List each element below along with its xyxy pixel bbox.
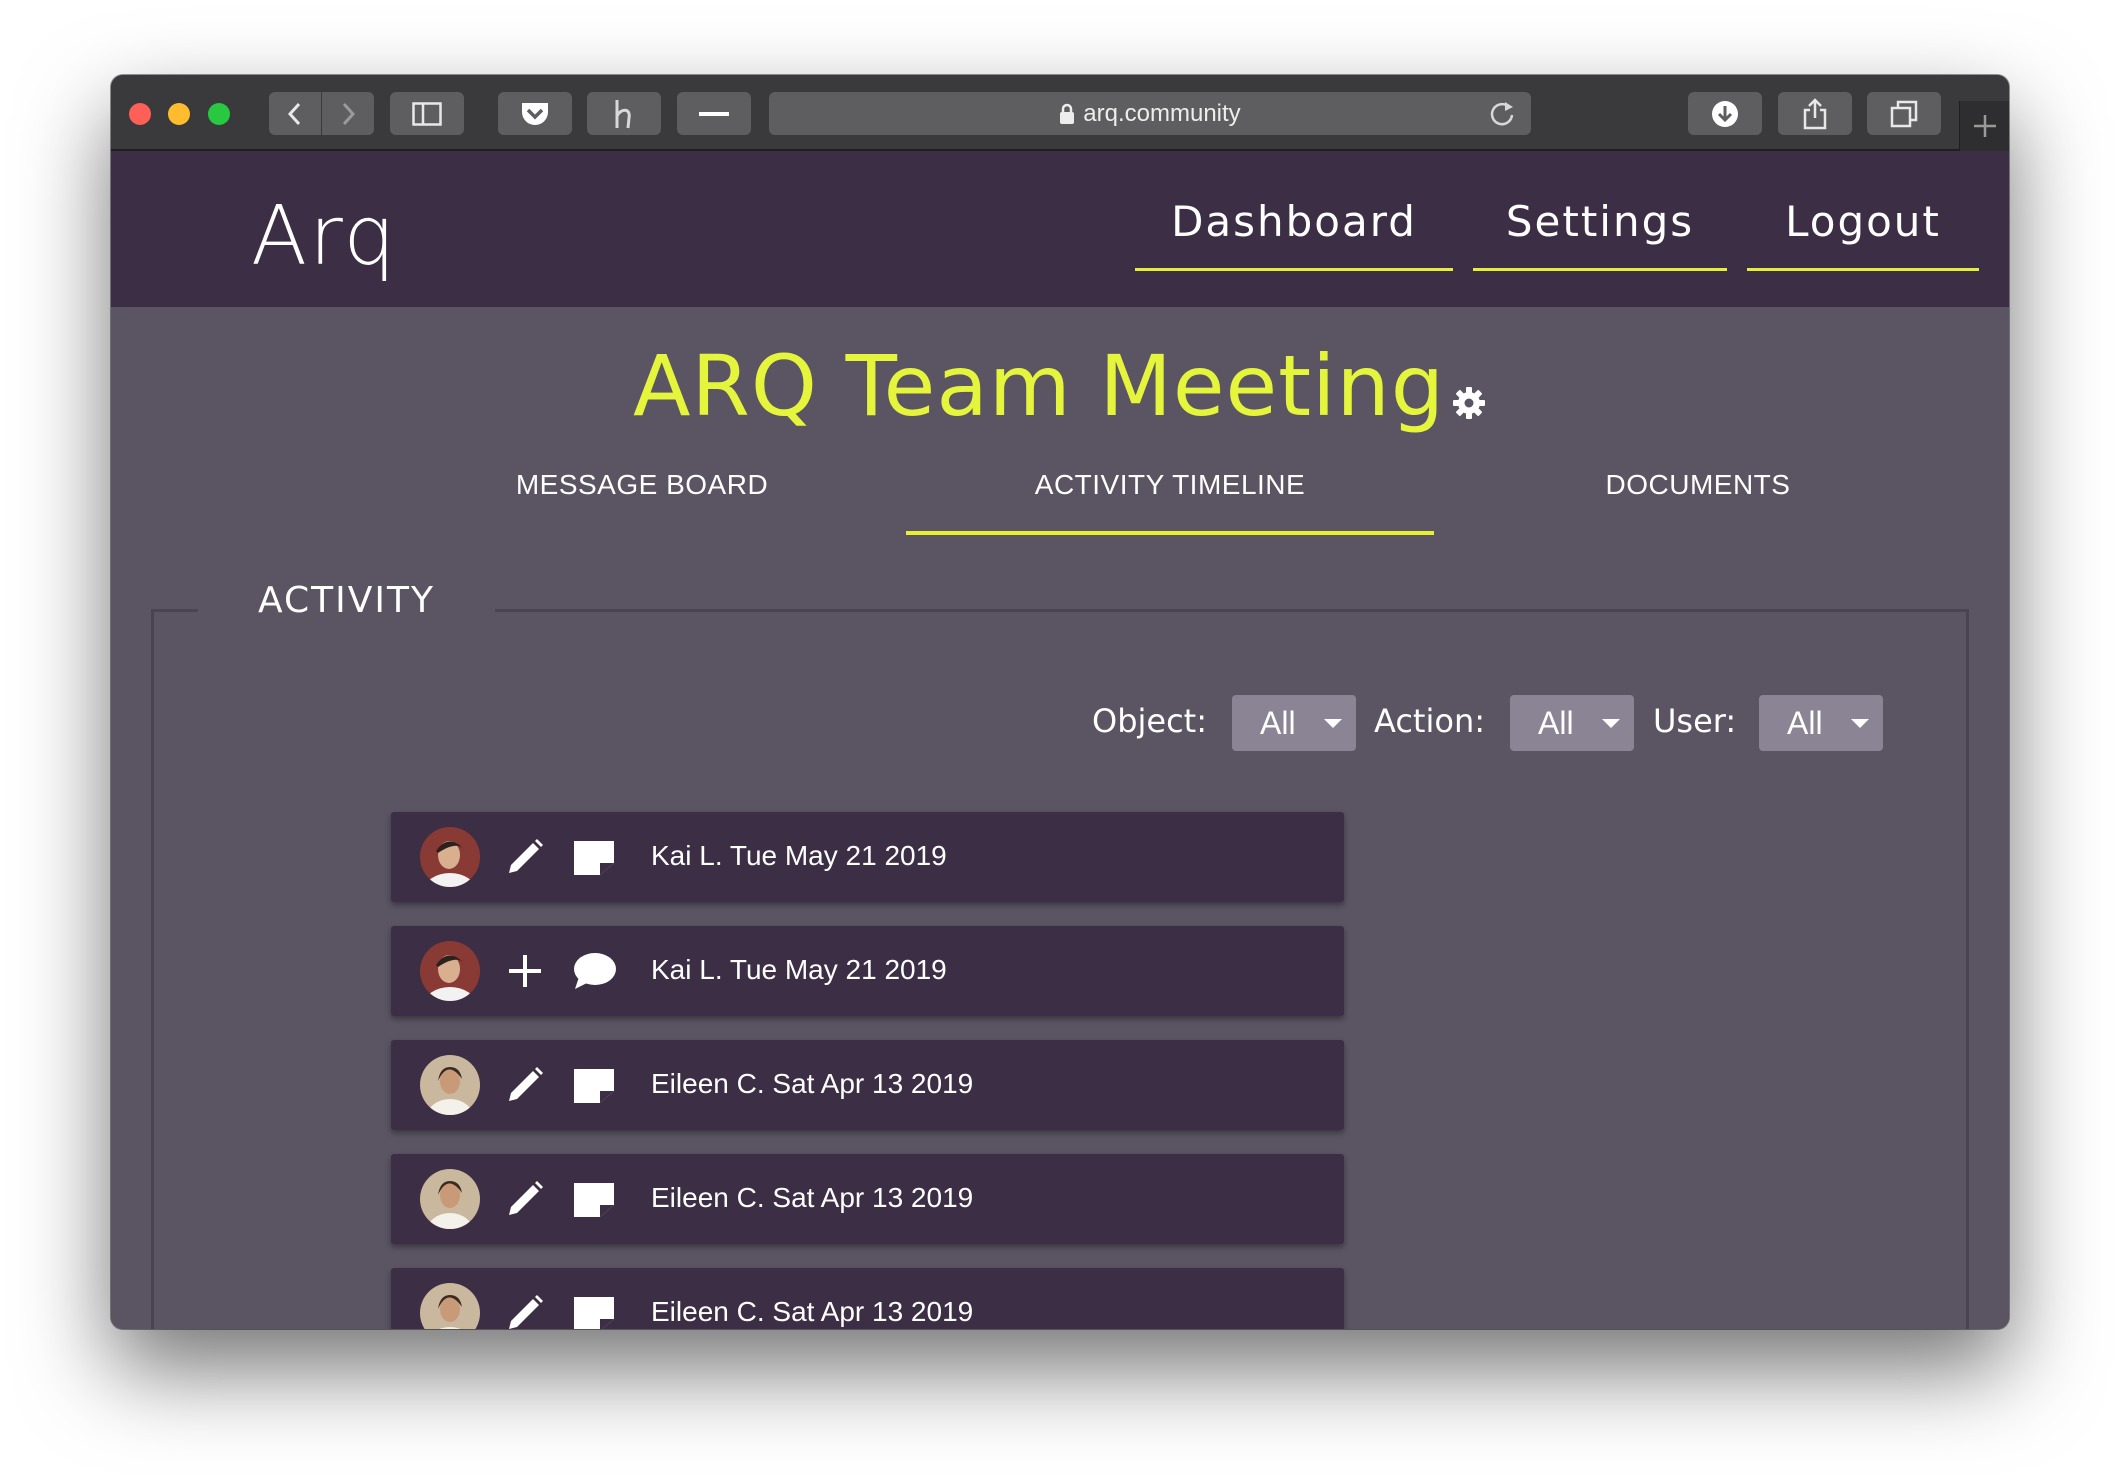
- user-filter-label: User:: [1653, 702, 1737, 740]
- activity-item[interactable]: Eileen C. Sat Apr 13 2019: [391, 1154, 1344, 1244]
- avatar: [420, 941, 480, 1001]
- back-button[interactable]: [269, 92, 321, 135]
- chevron-down-icon: [1602, 719, 1620, 728]
- browser-toolbar: arq.community: [111, 75, 2009, 151]
- chevron-down-icon: [1851, 719, 1869, 728]
- close-window-button[interactable]: [129, 103, 151, 125]
- url-text: arq.community: [1083, 99, 1241, 127]
- activity-panel: ACTIVITY Object: All Action: All User: A…: [151, 580, 1969, 1329]
- object-filter-select[interactable]: All: [1232, 695, 1356, 751]
- forward-icon: [342, 102, 356, 125]
- pencil-icon: [509, 839, 543, 873]
- reader-button[interactable]: [677, 92, 751, 135]
- honey-icon: [615, 99, 631, 128]
- note-icon: [574, 1069, 614, 1103]
- tab-activity-timeline[interactable]: ACTIVITY TIMELINE: [906, 447, 1434, 535]
- avatar: [420, 1169, 480, 1229]
- object-filter-label: Object:: [1092, 702, 1207, 740]
- pencil-icon: [509, 1295, 543, 1329]
- sidebar-icon: [412, 101, 442, 126]
- pocket-icon: [522, 102, 548, 125]
- activity-item-text: Eileen C. Sat Apr 13 2019: [651, 1182, 974, 1213]
- activity-item-text: Kai L. Tue May 21 2019: [651, 840, 947, 871]
- honey-extension-button[interactable]: [587, 92, 661, 135]
- avatar: [420, 1055, 480, 1115]
- pocket-button[interactable]: [498, 92, 572, 135]
- forward-button[interactable]: [322, 92, 374, 135]
- note-icon: [574, 1297, 614, 1329]
- address-bar[interactable]: arq.community: [769, 92, 1531, 135]
- logo[interactable]: Arq: [251, 189, 397, 284]
- tabs-icon: [1890, 100, 1918, 127]
- activity-heading: ACTIVITY: [198, 580, 495, 621]
- tab-message-board[interactable]: MESSAGE BOARD: [378, 447, 906, 535]
- user-filter-select[interactable]: All: [1759, 695, 1883, 751]
- sidebar-button[interactable]: [390, 92, 464, 135]
- avatar: [420, 1283, 480, 1329]
- comment-icon: [574, 953, 616, 989]
- note-icon: [574, 1183, 614, 1217]
- activity-item-text: Eileen C. Sat Apr 13 2019: [651, 1068, 974, 1099]
- minimize-window-button[interactable]: [168, 103, 190, 125]
- page-title: ARQ Team Meeting: [111, 337, 2009, 435]
- gear-icon[interactable]: [1451, 385, 1487, 421]
- activity-item[interactable]: Kai L. Tue May 21 2019: [391, 926, 1344, 1016]
- zoom-window-button[interactable]: [208, 103, 230, 125]
- nav-settings[interactable]: Settings: [1473, 197, 1727, 271]
- app-header: Arq Dashboard Settings Logout: [111, 151, 2009, 307]
- activity-item-text: Kai L. Tue May 21 2019: [651, 954, 947, 985]
- share-icon: [1803, 97, 1827, 129]
- note-icon: [574, 841, 614, 875]
- plus-icon: [1973, 115, 1996, 137]
- page-title-text: ARQ Team Meeting: [632, 337, 1446, 435]
- avatar: [420, 827, 480, 887]
- minus-icon: [699, 111, 729, 116]
- object-filter-value: All: [1260, 705, 1296, 741]
- new-tab-button[interactable]: [1959, 101, 2009, 151]
- pencil-icon: [509, 1067, 543, 1101]
- pencil-icon: [509, 1181, 543, 1215]
- tab-documents[interactable]: DOCUMENTS: [1434, 447, 1962, 535]
- downloads-button[interactable]: [1688, 92, 1762, 135]
- action-filter-value: All: [1538, 705, 1574, 741]
- action-filter-select[interactable]: All: [1510, 695, 1634, 751]
- nav-logout[interactable]: Logout: [1747, 197, 1979, 271]
- user-filter-value: All: [1787, 705, 1823, 741]
- download-icon: [1712, 100, 1738, 127]
- activity-item[interactable]: Kai L. Tue May 21 2019: [391, 812, 1344, 902]
- activity-item[interactable]: Eileen C. Sat Apr 13 2019: [391, 1040, 1344, 1130]
- main-content: ARQ Team Meeting MESSAGE BOARD ACTIVITY …: [111, 307, 2009, 1329]
- chevron-down-icon: [1324, 719, 1342, 728]
- plus-icon: [509, 955, 541, 987]
- reload-icon[interactable]: [1487, 99, 1517, 129]
- tabs-overview-button[interactable]: [1867, 92, 1941, 135]
- action-filter-label: Action:: [1374, 702, 1485, 740]
- browser-window: arq.community Arq Dashboard Settings Log…: [111, 75, 2009, 1329]
- activity-item[interactable]: Eileen C. Sat Apr 13 2019: [391, 1268, 1344, 1329]
- nav-dashboard[interactable]: Dashboard: [1135, 197, 1453, 271]
- lock-icon: [1060, 103, 1075, 124]
- back-icon: [287, 102, 301, 125]
- activity-item-text: Eileen C. Sat Apr 13 2019: [651, 1296, 974, 1327]
- share-button[interactable]: [1778, 92, 1852, 135]
